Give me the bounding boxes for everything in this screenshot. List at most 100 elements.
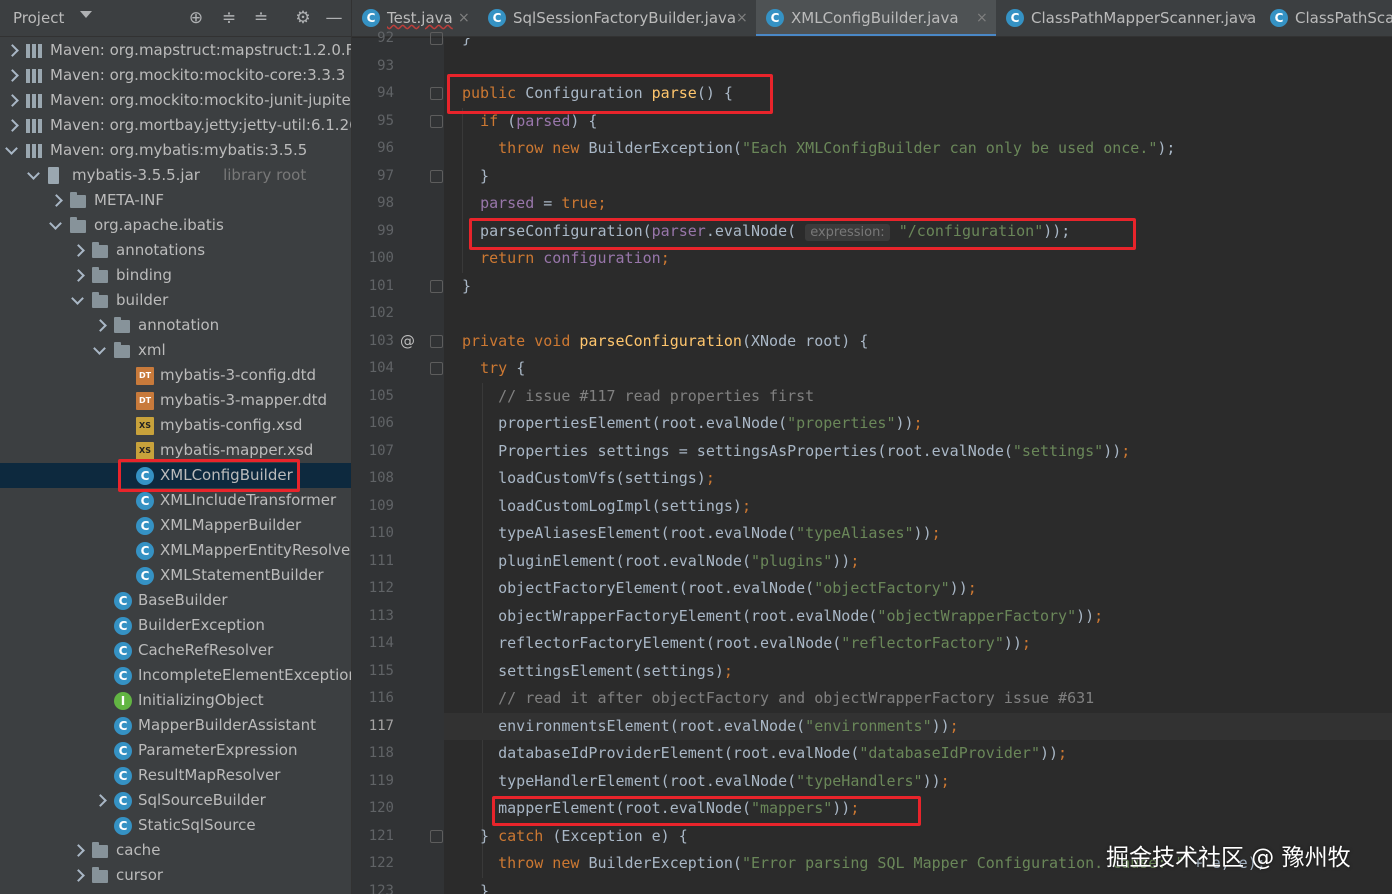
code-token: BuilderException( [588,854,742,872]
tree-item[interactable]: C ResultMapResolver [0,763,351,788]
gear-icon[interactable]: ⚙ [293,8,313,28]
chevron-down-icon[interactable] [48,213,62,238]
tree-item[interactable]: C BuilderException [0,613,351,638]
code-line: loadCustomLogImpl(settings); [462,493,751,521]
chevron-right-icon[interactable] [70,838,84,863]
tree-item[interactable]: C StaticSqlSource [0,813,351,838]
editor-tab[interactable]: C ClassPathMapperScanner.java × [996,0,1260,36]
tree-item[interactable]: cache [0,838,351,863]
code-line: private void parseConfiguration(XNode ro… [462,328,868,356]
tree-item-label: XMLMapperBuilder [160,516,302,534]
expand-all-icon[interactable]: ≑ [219,8,239,28]
annotation-gutter-icon[interactable]: @ [400,332,415,350]
tree-item[interactable]: META-INF [0,188,351,213]
close-icon[interactable]: × [976,0,988,36]
tree-item[interactable]: mybatis-3.5.5.jar library root [0,163,351,188]
tree-item[interactable]: binding [0,263,351,288]
chevron-right-icon[interactable] [48,188,62,213]
folder-icon [92,292,108,308]
tree-item[interactable]: XS mybatis-mapper.xsd [0,438,351,463]
code-token: loadCustomLogImpl(settings) [462,496,742,515]
tree-item[interactable]: builder [0,288,351,313]
code-token: objectWrapperFactoryElement(root.evalNod… [462,606,878,625]
editor-tab[interactable]: C ClassPathSca [1260,0,1392,36]
fold-marker-icon[interactable] [430,279,443,293]
tree-item[interactable]: C CacheRefResolver [0,638,351,663]
editor-tab[interactable]: C XMLConfigBuilder.java × [756,0,996,36]
chevron-right-icon[interactable] [70,863,84,888]
line-number: 120 [368,800,394,816]
tree-item[interactable]: Maven: org.mybatis:mybatis:3.5.5 [0,138,351,163]
tree-item[interactable]: C XMLStatementBuilder [0,563,351,588]
chevron-right-icon[interactable] [4,113,18,138]
tree-item[interactable]: org.apache.ibatis [0,213,351,238]
code-token: "objectWrapperFactory" [877,606,1077,625]
code-token: )) [832,551,851,570]
chevron-down-icon[interactable] [92,338,106,363]
close-icon[interactable]: × [736,0,748,36]
editor-tab[interactable]: C SqlSessionFactoryBuilder.java × [478,0,756,36]
code-token: try [480,359,517,377]
tree-item[interactable]: Maven: org.mortbay.jetty:jetty-util:6.1.… [0,113,352,138]
chevron-down-icon[interactable] [70,288,84,313]
fold-marker-icon[interactable] [430,334,443,348]
tree-item[interactable]: C ParameterExpression [0,738,351,763]
fold-marker-icon[interactable] [430,169,443,183]
tree-item[interactable]: annotations [0,238,351,263]
code-token: () { [696,84,733,102]
tree-item-label: ParameterExpression [138,741,298,759]
tree-item-label: cache [116,841,161,859]
fold-marker-icon[interactable] [430,32,443,45]
tree-item[interactable]: annotation [0,313,351,338]
tree-item[interactable]: DT mybatis-3-config.dtd [0,363,351,388]
tree-item[interactable]: C BaseBuilder [0,588,351,613]
tree-item[interactable]: XS mybatis-config.xsd [0,413,351,438]
collapse-all-icon[interactable]: ≐ [251,8,271,28]
chevron-right-icon[interactable] [92,788,106,813]
chevron-right-icon[interactable] [92,313,106,338]
chevron-down-icon[interactable] [26,163,40,188]
tree-item-label: mybatis-mapper.xsd [160,441,314,459]
jar-icon [48,167,59,184]
code-token: ( [507,111,517,130]
chevron-right-icon[interactable] [4,88,18,113]
fold-marker-icon[interactable] [430,114,443,128]
tree-item[interactable]: Maven: org.mockito:mockito-junit-jupiter [0,88,351,113]
hide-panel-icon[interactable]: — [324,8,344,28]
close-icon[interactable]: × [458,0,470,36]
fold-marker-icon[interactable] [430,87,443,100]
tree-item[interactable]: cursor [0,863,351,888]
chevron-right-icon[interactable] [70,263,84,288]
chevron-right-icon[interactable] [70,238,84,263]
close-icon[interactable]: × [1240,0,1252,36]
tree-item[interactable]: C IncompleteElementException [0,663,351,688]
code-token: )) [1103,441,1122,460]
class-icon: C [136,517,154,535]
tree-item-label: StaticSqlSource [138,816,256,834]
chevron-right-icon[interactable] [4,63,18,88]
tree-item-label: Maven: org.mortbay.jetty:jetty-util:6.1.… [50,116,352,134]
chevron-down-icon[interactable] [4,138,18,163]
tree-item[interactable]: C XMLMapperEntityResolve [0,538,351,563]
fold-marker-icon[interactable] [430,362,443,375]
tree-item[interactable]: xml [0,338,351,363]
tree-item[interactable]: C SqlSourceBuilder [0,788,351,813]
tree-item[interactable]: C XMLMapperBuilder [0,513,351,538]
watermark: 掘金技术社区 @ 豫州牧 [1106,845,1351,871]
tree-item[interactable]: Maven: org.mockito:mockito-core:3.3.3 [0,63,351,88]
code-editor[interactable]: } public Configuration parse() { if (pars… [444,38,1392,894]
tree-item[interactable]: DT mybatis-3-mapper.dtd [0,388,351,413]
tree-item[interactable]: C XMLIncludeTransformer [0,488,351,513]
tree-item[interactable]: Maven: org.mapstruct:mapstruct:1.2.0.Fin [0,38,351,63]
locate-target-icon[interactable]: ⊕ [186,8,206,28]
project-view-selector[interactable]: Project [13,9,64,27]
tree-item-label: InitializingObject [138,691,264,709]
chevron-down-icon[interactable] [80,11,92,18]
tree-item[interactable]: I InitializingObject [0,688,351,713]
library-icon [26,44,42,58]
tree-item[interactable]: C XMLConfigBuilder [0,463,351,488]
tree-item[interactable]: C MapperBuilderAssistant [0,713,351,738]
code-token: ; [597,194,607,212]
fold-marker-icon[interactable] [430,829,443,843]
chevron-right-icon[interactable] [4,38,18,63]
